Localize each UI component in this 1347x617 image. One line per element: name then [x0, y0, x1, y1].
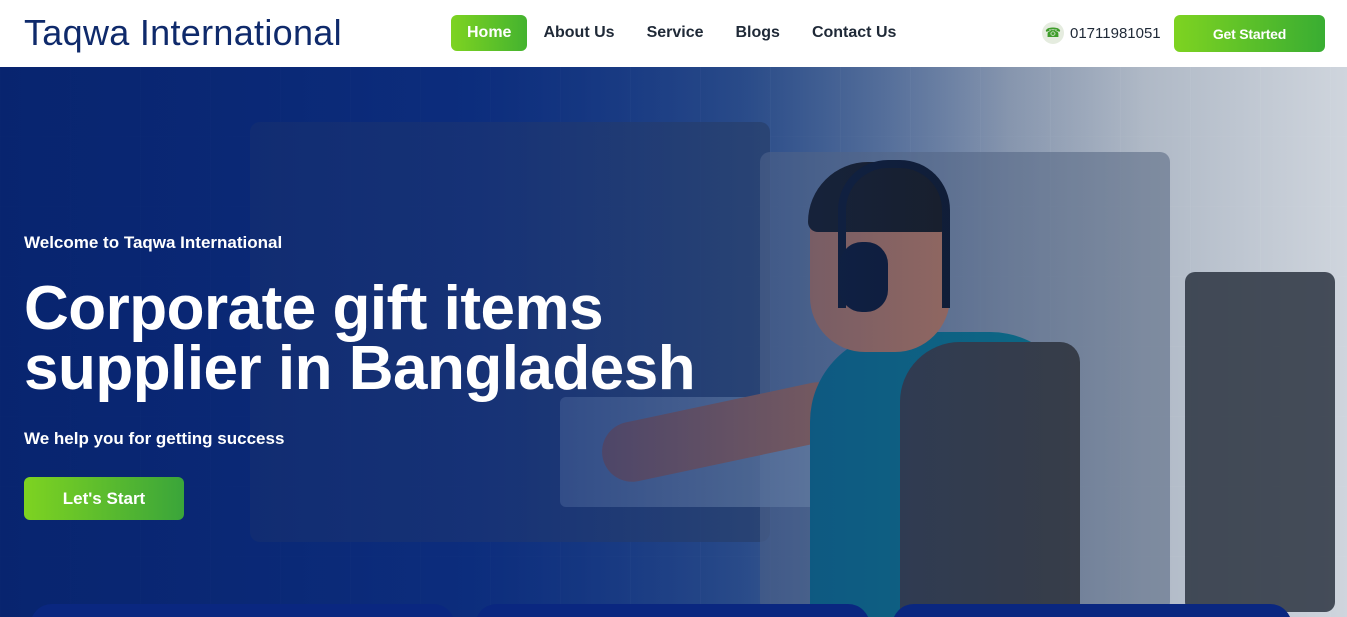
hero-welcome-text: Welcome to Taqwa International — [24, 233, 283, 252]
nav-home[interactable]: Home — [451, 15, 528, 51]
nav-about-us[interactable]: About Us — [527, 15, 630, 51]
nav-contact-us[interactable]: Contact Us — [796, 15, 912, 51]
hero-section: Welcome to Taqwa International Corporate… — [0, 67, 1347, 617]
phone-contact[interactable]: ☎ 01711981051 — [1042, 22, 1161, 44]
main-nav: Home About Us Service Blogs Contact Us — [451, 15, 912, 51]
lets-start-button[interactable]: Let's Start — [24, 477, 184, 520]
phone-number: 01711981051 — [1070, 24, 1161, 42]
hero-headline: Corporate gift items supplier in Banglad… — [24, 274, 696, 403]
hero-subtitle: We help you for getting success — [24, 429, 285, 448]
feature-card-1-top — [30, 604, 455, 617]
brand-logo[interactable]: Taqwa International — [24, 12, 342, 54]
get-started-button[interactable]: Get Started — [1174, 15, 1325, 52]
feature-card-3-top — [892, 604, 1292, 617]
site-header: Taqwa International Home About Us Servic… — [0, 0, 1347, 67]
nav-service[interactable]: Service — [631, 15, 720, 51]
feature-card-2-top — [475, 604, 870, 617]
nav-blogs[interactable]: Blogs — [720, 15, 796, 51]
phone-icon: ☎ — [1042, 22, 1064, 44]
